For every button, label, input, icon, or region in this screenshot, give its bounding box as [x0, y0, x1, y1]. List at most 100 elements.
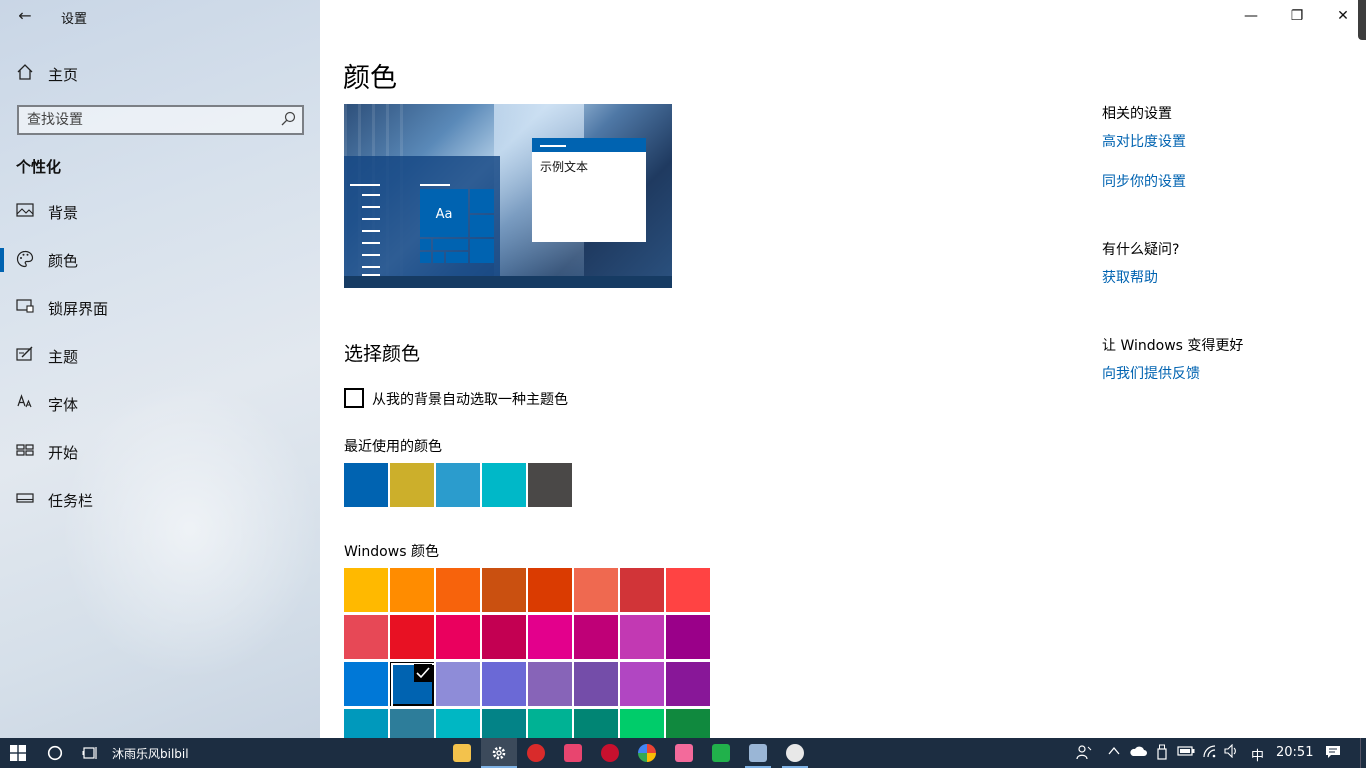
- remote-desktop-icon[interactable]: [749, 744, 767, 762]
- auto-pick-accent-checkbox[interactable]: [344, 388, 364, 408]
- taskbar-running-label[interactable]: 沐雨乐风bilbil: [112, 745, 189, 762]
- search-box[interactable]: [17, 105, 304, 135]
- recent-color-swatch[interactable]: [436, 463, 480, 507]
- windows-logo-icon: [10, 745, 26, 761]
- windows-color-swatch[interactable]: [574, 709, 618, 738]
- sidebar-item-label: 任务栏: [48, 492, 94, 510]
- bilibili-icon[interactable]: [675, 744, 693, 762]
- preview-tile: [470, 239, 494, 263]
- search-input[interactable]: [27, 110, 267, 130]
- recent-color-swatch[interactable]: [390, 463, 434, 507]
- windows-color-swatch[interactable]: [574, 615, 618, 659]
- windows-color-swatch[interactable]: [528, 709, 572, 738]
- show-desktop-button[interactable]: [1360, 738, 1366, 768]
- volume-icon[interactable]: [1222, 743, 1242, 763]
- windows-color-swatch[interactable]: [528, 662, 572, 706]
- battery-icon[interactable]: [1176, 744, 1196, 762]
- sync-settings-link[interactable]: 同步你的设置: [1102, 171, 1186, 191]
- windows-color-swatch[interactable]: [482, 662, 526, 706]
- search-icon[interactable]: [280, 111, 296, 129]
- windows-color-swatch[interactable]: [390, 615, 434, 659]
- cortana-button[interactable]: [40, 738, 70, 768]
- related-settings-heading: 相关的设置: [1102, 106, 1172, 122]
- windows-color-swatch[interactable]: [666, 568, 710, 612]
- preview-sample-text: 示例文本: [540, 160, 589, 174]
- scrollbar-thumb[interactable]: [1358, 0, 1366, 40]
- start-button[interactable]: [0, 738, 36, 768]
- windows-color-swatch[interactable]: [390, 662, 437, 709]
- windows-color-swatch[interactable]: [390, 709, 434, 738]
- sidebar-item-start[interactable]: 开始: [0, 432, 320, 472]
- minimize-button[interactable]: —: [1228, 0, 1274, 32]
- windows-color-swatch[interactable]: [482, 615, 526, 659]
- windows-color-swatch[interactable]: [344, 615, 388, 659]
- clock-time[interactable]: 20:51: [1276, 745, 1313, 760]
- back-button[interactable]: ←: [12, 4, 38, 28]
- sidebar-item-label: 字体: [48, 396, 79, 414]
- recent-color-swatch[interactable]: [528, 463, 572, 507]
- high-contrast-link[interactable]: 高对比度设置: [1102, 131, 1186, 151]
- get-help-link[interactable]: 获取帮助: [1102, 267, 1158, 287]
- sidebar-item-background[interactable]: 背景: [0, 192, 320, 232]
- windows-color-swatch[interactable]: [344, 662, 388, 706]
- sidebar-item-lock-screen[interactable]: 锁屏界面: [0, 288, 320, 328]
- windows-color-swatch[interactable]: [620, 615, 664, 659]
- netease-music-icon[interactable]: [527, 744, 545, 762]
- improve-windows-heading: 让 Windows 变得更好: [1102, 338, 1244, 354]
- ime-indicator[interactable]: 中: [1251, 745, 1264, 764]
- audio-editor-icon[interactable]: [564, 744, 582, 762]
- windows-color-swatch[interactable]: [436, 709, 480, 738]
- preview-tile: [433, 252, 444, 263]
- sidebar-item-fonts[interactable]: 字体: [0, 384, 320, 424]
- sidebar-item-themes[interactable]: 主题: [0, 336, 320, 376]
- windows-color-swatch[interactable]: [436, 615, 480, 659]
- recent-colors-heading: 最近使用的颜色: [344, 439, 442, 455]
- windows-color-swatch[interactable]: [482, 709, 526, 738]
- windows-color-swatch[interactable]: [666, 662, 710, 706]
- sidebar-item-label: 颜色: [48, 252, 79, 270]
- app-title: 设置: [61, 12, 88, 27]
- windows-color-swatch[interactable]: [620, 568, 664, 612]
- recent-color-swatch[interactable]: [344, 463, 388, 507]
- chevron-up-icon[interactable]: [1104, 744, 1124, 763]
- windows-color-swatch[interactable]: [528, 568, 572, 612]
- restore-icon: ❐: [1290, 8, 1304, 24]
- windows-color-swatch[interactable]: [620, 662, 664, 706]
- taskbar-icon: [15, 490, 35, 510]
- windows-color-swatch[interactable]: [620, 709, 664, 738]
- windows-color-swatch[interactable]: [666, 709, 710, 738]
- windows-color-swatch[interactable]: [528, 615, 572, 659]
- file-explorer-icon[interactable]: [453, 744, 471, 762]
- sidebar-item-label: 锁屏界面: [48, 300, 109, 318]
- preview-tile: [470, 215, 494, 237]
- windows-color-swatch[interactable]: [574, 568, 618, 612]
- preview-window-titlebar: [532, 138, 646, 152]
- usb-icon[interactable]: [1152, 744, 1172, 765]
- xiu-show-icon[interactable]: [601, 744, 619, 762]
- windows-color-swatch[interactable]: [666, 615, 710, 659]
- windows-color-swatch[interactable]: [436, 662, 480, 706]
- sidebar-item-colors[interactable]: 颜色: [0, 240, 320, 280]
- action-center-icon[interactable]: [1323, 744, 1343, 765]
- chrome-icon[interactable]: [638, 744, 656, 762]
- minimize-icon: —: [1244, 8, 1258, 24]
- task-view-button[interactable]: [76, 738, 104, 768]
- restore-button[interactable]: ❐: [1274, 0, 1320, 32]
- windows-color-swatch[interactable]: [344, 709, 388, 738]
- taskbar-settings[interactable]: [481, 738, 517, 768]
- recent-color-swatch[interactable]: [482, 463, 526, 507]
- windows-color-swatch[interactable]: [574, 662, 618, 706]
- feedback-link[interactable]: 向我们提供反馈: [1102, 363, 1200, 383]
- wifi-icon[interactable]: [1200, 744, 1220, 763]
- sidebar-item-home[interactable]: 主页: [0, 56, 320, 90]
- auto-pick-accent-label[interactable]: 从我的背景自动选取一种主题色: [372, 389, 568, 409]
- windows-color-swatch[interactable]: [344, 568, 388, 612]
- windows-color-swatch[interactable]: [482, 568, 526, 612]
- windows-color-swatch[interactable]: [436, 568, 480, 612]
- windows-color-swatch[interactable]: [390, 568, 434, 612]
- media-player-icon[interactable]: [786, 744, 804, 762]
- iqiyi-icon[interactable]: [712, 744, 730, 762]
- people-icon[interactable]: [1074, 744, 1094, 765]
- onedrive-icon[interactable]: [1128, 744, 1148, 763]
- sidebar-item-taskbar[interactable]: 任务栏: [0, 480, 320, 520]
